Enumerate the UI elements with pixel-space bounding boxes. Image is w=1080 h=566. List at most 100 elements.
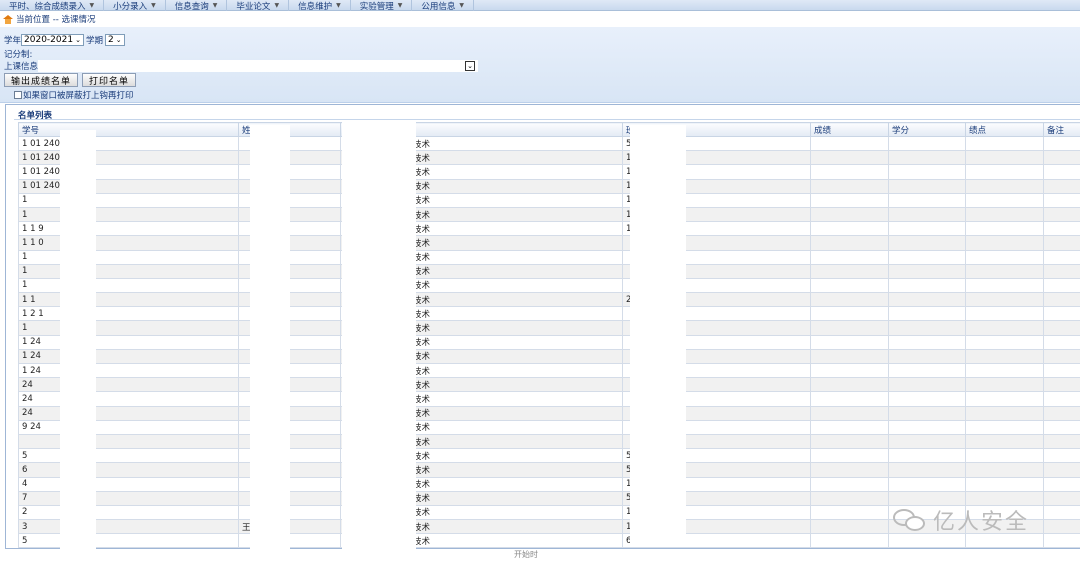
cell-empty [965,348,1044,365]
column-header[interactable]: 学分 [888,122,966,137]
home-icon[interactable] [3,14,13,24]
menu-label: 小分录入 [113,1,148,12]
menu-info-query[interactable]: 信息查询 ▼ [166,0,228,12]
cell-empty [888,135,966,152]
term-label: 学期 [85,36,103,46]
cell-empty [810,320,889,336]
table-row: 1 技术 [18,277,1080,294]
cell-empty [1043,490,1080,506]
menu-subscore-entry[interactable]: 小分录入 ▼ [104,0,166,12]
redaction-mark [250,125,290,550]
cell-empty [965,192,1044,208]
menu-score-entry[interactable]: 平时、综合成绩录入 ▼ [0,0,105,12]
table-row: 1 01 2402 技术 1 [18,150,1080,166]
footer-text: 开始时 [514,550,538,559]
cell-empty [810,263,889,279]
print-list-button[interactable]: 打印名单 [82,73,137,87]
cell-id: 7 [18,490,239,506]
menu-label: 实验管理 [359,1,394,12]
redaction-mark [60,130,96,550]
cell-empty [965,150,1044,166]
table-row: 5 技术 5 [18,448,1080,464]
cell-id: 1 24 [18,334,239,350]
cell-empty [810,150,889,166]
table-row: 1 1 技术 2 [18,292,1080,308]
breadcrumb: 当前位置 -- 选课情况 [0,11,1080,27]
term-select[interactable]: 2 ⌄ [104,34,125,46]
cell-empty [888,277,966,294]
cell-empty [888,206,966,223]
cell-empty [810,348,889,365]
cell-empty [1043,263,1080,279]
cell-empty [1043,277,1080,294]
menu-label: 信息维护 [298,1,333,12]
cell-empty [810,135,889,152]
cell-empty [965,362,1044,379]
cell-empty [810,391,889,407]
table-row: 1 技术 [18,320,1080,336]
cell-empty [1043,405,1080,421]
cell-empty [888,178,966,194]
cell-id: 5 [18,533,239,549]
cell-id: 3 [18,519,239,535]
cell-id: 1 01 2405 [18,178,239,194]
column-header[interactable]: 绩点 [965,122,1044,137]
cell-empty [888,164,966,180]
cell-empty [1043,448,1080,464]
cell-empty [810,334,889,350]
cell-empty [810,519,889,535]
cell-empty [810,377,889,393]
cell-empty [888,362,966,379]
popup-blocked-label: 如果窗口被屏蔽打上钩再打印 [23,91,134,101]
cell-id: 9 24 [18,419,239,435]
cell-empty [965,320,1044,336]
dropdown-arrow-icon: ▼ [89,2,95,9]
cell-empty [965,164,1044,180]
cell-empty [965,391,1044,407]
cell-empty [965,292,1044,308]
cell-empty [810,221,889,237]
cell-empty [1043,249,1080,265]
table-row: 1 技术 1 [18,192,1080,208]
course-select[interactable]: ⌄ [38,60,479,72]
cell-empty [810,235,889,251]
year-select[interactable]: 2020-2021 ⌄ [21,34,84,46]
popup-blocked-checkbox[interactable] [14,91,22,99]
export-score-list-button[interactable]: 输出成绩名单 [4,73,79,87]
column-header[interactable]: 学号 [18,122,239,137]
column-header[interactable]: 备注 [1043,122,1080,137]
cell-id: 1 01 2403 [18,164,239,180]
cell-empty [1043,221,1080,237]
cell-empty [1043,306,1080,322]
menu-public-info[interactable]: 公用信息 ▼ [412,0,474,12]
cell-empty [810,306,889,322]
column-header[interactable]: 成绩 [810,122,889,137]
cell-empty [888,476,966,492]
cell-empty [888,391,966,407]
cell-empty [810,448,889,464]
redaction-mark [630,125,686,545]
cell-empty [1043,150,1080,166]
table-row: 技术 [18,433,1080,450]
cell-empty [888,448,966,464]
student-table: 学号 姓名 专业 班级名称 成绩 学分 绩点 备注 1 01 2401技术 51… [18,122,1080,549]
table-row: 1 技术 [18,249,1080,265]
cell-empty [1043,433,1080,450]
table-row: 1 24 技术 [18,334,1080,350]
cell-empty [888,306,966,322]
cell-id: 1 [18,206,239,223]
cell-id: 1 [18,320,239,336]
cell-empty [1043,178,1080,194]
dropdown-arrow-icon: ▼ [336,2,341,9]
table-row: 1 1 0 技术 [18,235,1080,251]
menu-thesis[interactable]: 毕业论文 ▼ [227,0,290,12]
dropdown-arrow-icon: ▼ [397,2,403,9]
cell-empty [1043,476,1080,492]
menu-info-maintenance[interactable]: 信息维护 ▼ [289,0,351,12]
cell-empty [810,504,889,521]
cell-empty [1043,362,1080,379]
cell-id: 1 [18,249,239,265]
cell-empty [1043,348,1080,365]
cell-empty [810,164,889,180]
menu-lab-management[interactable]: 实验管理 ▼ [351,0,413,12]
